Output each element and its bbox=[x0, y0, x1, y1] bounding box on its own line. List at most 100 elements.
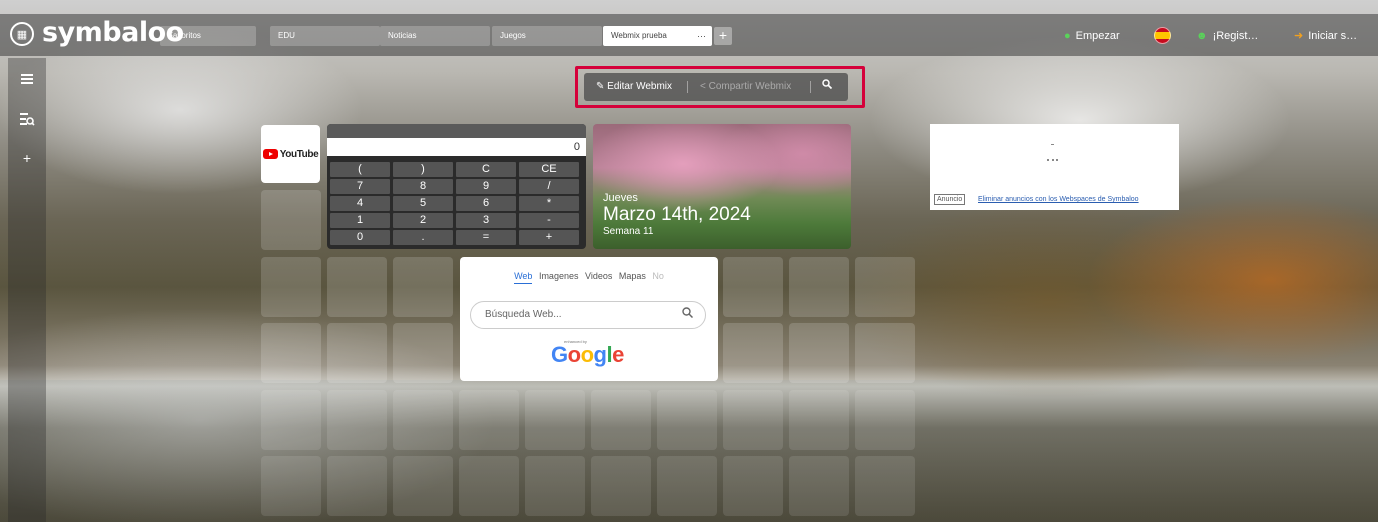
bulb-icon: ● bbox=[1064, 30, 1071, 42]
search-icon[interactable] bbox=[682, 302, 694, 328]
empty-tile[interactable] bbox=[393, 323, 453, 383]
empty-tile[interactable] bbox=[591, 456, 651, 516]
empty-tile[interactable] bbox=[789, 390, 849, 450]
calculator-key[interactable]: 4 bbox=[330, 196, 390, 211]
pencil-icon: ✎ bbox=[596, 81, 605, 92]
calculator-key[interactable]: 5 bbox=[393, 196, 453, 211]
ad-banner: Anuncio Eliminar anuncios con los Webspa… bbox=[930, 124, 1179, 210]
tab-favoritos[interactable]: Favoritos bbox=[160, 26, 256, 46]
search-webmix-button[interactable] bbox=[822, 73, 833, 101]
empty-tile[interactable] bbox=[525, 456, 585, 516]
search-widget: Web Imagenes Videos Mapas No Búsqueda We… bbox=[460, 257, 718, 381]
calculator-key[interactable]: ( bbox=[330, 162, 390, 177]
empty-tile[interactable] bbox=[327, 390, 387, 450]
empty-tile[interactable] bbox=[393, 456, 453, 516]
divider bbox=[810, 81, 811, 93]
empty-tile[interactable] bbox=[525, 390, 585, 450]
tab-webmix-prueba[interactable]: Webmix prueba ··· bbox=[603, 26, 712, 46]
list-icon bbox=[21, 74, 33, 84]
empty-tile[interactable] bbox=[657, 456, 717, 516]
empty-tile[interactable] bbox=[789, 456, 849, 516]
calculator-key[interactable]: C bbox=[456, 162, 516, 177]
empty-tile[interactable] bbox=[591, 390, 651, 450]
empty-tile[interactable] bbox=[855, 257, 915, 317]
empty-tile[interactable] bbox=[393, 257, 453, 317]
youtube-tile[interactable]: YouTube bbox=[261, 125, 320, 183]
empty-tile[interactable] bbox=[789, 323, 849, 383]
date-weekday: Jueves bbox=[603, 192, 638, 204]
calculator-key[interactable]: 8 bbox=[393, 179, 453, 194]
apps-menu-button[interactable]: ▦ bbox=[10, 22, 34, 46]
calculator-key[interactable]: 0 bbox=[330, 230, 390, 245]
search-tab-maps[interactable]: Mapas bbox=[619, 271, 646, 283]
empty-tile[interactable] bbox=[261, 323, 321, 383]
empty-tile[interactable] bbox=[723, 390, 783, 450]
list-view-button[interactable] bbox=[8, 62, 46, 96]
calculator-key[interactable]: / bbox=[519, 179, 579, 194]
calculator-key[interactable]: 2 bbox=[393, 213, 453, 228]
search-tab-images[interactable]: Imagenes bbox=[539, 271, 579, 283]
tab-juegos[interactable]: Juegos bbox=[492, 26, 602, 46]
calculator-key[interactable]: CE bbox=[519, 162, 579, 177]
start-button[interactable]: ● Empezar bbox=[1064, 26, 1120, 46]
empty-tile[interactable] bbox=[261, 257, 321, 317]
tab-edu[interactable]: EDU bbox=[270, 26, 380, 46]
empty-tile[interactable] bbox=[459, 390, 519, 450]
date-widget[interactable]: Jueves Marzo 14th, 2024 Semana 11 bbox=[593, 124, 851, 249]
calculator-key[interactable]: = bbox=[456, 230, 516, 245]
empty-tile[interactable] bbox=[261, 390, 321, 450]
login-button[interactable]: ➜ Iniciar s… bbox=[1294, 26, 1357, 46]
empty-tile[interactable] bbox=[327, 323, 387, 383]
eq-button[interactable] bbox=[8, 102, 46, 136]
empty-tile[interactable] bbox=[327, 257, 387, 317]
tab-label: Webmix prueba bbox=[611, 31, 667, 40]
calculator-key[interactable]: + bbox=[519, 230, 579, 245]
google-letter: g bbox=[593, 342, 607, 367]
search-placeholder: Búsqueda Web... bbox=[485, 309, 562, 320]
calculator-key[interactable]: 6 bbox=[456, 196, 516, 211]
tab-noticias[interactable]: Noticias bbox=[380, 26, 490, 46]
add-webmix-button[interactable]: + bbox=[8, 141, 46, 175]
empty-tile[interactable] bbox=[657, 390, 717, 450]
remove-ads-link[interactable]: Eliminar anuncios con los Webspaces de S… bbox=[978, 196, 1139, 203]
add-user-icon: ☻ bbox=[1196, 30, 1208, 42]
empty-tile[interactable] bbox=[723, 456, 783, 516]
add-tab-button[interactable]: + bbox=[714, 27, 732, 45]
calculator-key[interactable]: - bbox=[519, 213, 579, 228]
empty-tile[interactable] bbox=[855, 390, 915, 450]
empty-tile[interactable] bbox=[393, 390, 453, 450]
calculator-key[interactable]: 3 bbox=[456, 213, 516, 228]
empty-tile[interactable] bbox=[327, 456, 387, 516]
empty-tile[interactable] bbox=[261, 190, 321, 250]
edit-webmix-button[interactable]: ✎ Editar Webmix bbox=[596, 73, 672, 101]
grid-icon: ▦ bbox=[16, 28, 28, 41]
search-tab-news[interactable]: No bbox=[652, 271, 664, 283]
calculator-key[interactable]: ) bbox=[393, 162, 453, 177]
search-tab-web[interactable]: Web bbox=[514, 271, 533, 284]
ad-label: Anuncio bbox=[934, 194, 966, 205]
search-tab-videos[interactable]: Videos bbox=[585, 271, 612, 283]
register-label: ¡Regist… bbox=[1212, 30, 1259, 42]
login-icon: ➜ bbox=[1294, 30, 1304, 42]
empty-tile[interactable] bbox=[855, 323, 915, 383]
register-button[interactable]: ☻ ¡Regist… bbox=[1196, 26, 1258, 46]
empty-tile[interactable] bbox=[459, 456, 519, 516]
share-webmix-label: Compartir Webmix bbox=[708, 81, 792, 92]
search-input[interactable]: Búsqueda Web... bbox=[470, 301, 706, 329]
empty-tile[interactable] bbox=[855, 456, 915, 516]
calculator-key[interactable]: 7 bbox=[330, 179, 390, 194]
share-webmix-button[interactable]: < Compartir Webmix bbox=[700, 73, 791, 101]
empty-tile[interactable] bbox=[261, 456, 321, 516]
google-logo: enhanced by Google bbox=[551, 339, 631, 369]
tab-options-icon[interactable]: ··· bbox=[697, 26, 706, 46]
empty-tile[interactable] bbox=[789, 257, 849, 317]
calculator-key[interactable]: 1 bbox=[330, 213, 390, 228]
spain-flag-icon[interactable] bbox=[1154, 27, 1171, 44]
calculator-key[interactable]: . bbox=[393, 230, 453, 245]
search-icon bbox=[822, 79, 833, 90]
empty-tile[interactable] bbox=[723, 257, 783, 317]
google-letter: e bbox=[612, 342, 624, 367]
empty-tile[interactable] bbox=[723, 323, 783, 383]
calculator-key[interactable]: * bbox=[519, 196, 579, 211]
calculator-key[interactable]: 9 bbox=[456, 179, 516, 194]
